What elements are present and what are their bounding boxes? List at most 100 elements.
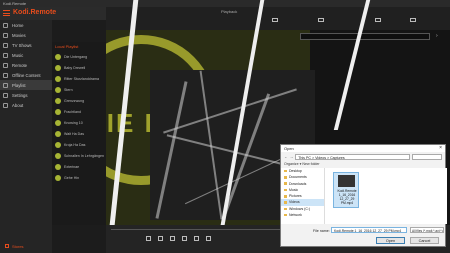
sidebar-item-about[interactable]: About [0, 100, 52, 110]
remote-icon [3, 62, 8, 68]
forward-icon[interactable]: → [290, 155, 294, 159]
app-brand: Kodi.Remote [13, 9, 57, 16]
download-icon [3, 72, 8, 78]
open-button[interactable]: Open [376, 237, 405, 244]
thumbnail-icon [55, 119, 61, 126]
playlist-item-label: Ritter Sturzlanddrama [64, 76, 99, 81]
playlist-item[interactable]: Walt Ha Das [52, 128, 106, 139]
dialog-footer: File name: Kodi.Remote 1_16_2016 12_27_2… [281, 225, 447, 248]
dialog-body: Desktop Documents Downloads Music Pictures Vi… [281, 168, 447, 224]
sidebar-item-label: About [12, 102, 24, 108]
sidebar-item-label: Movies [12, 32, 26, 38]
sidebar-item-label: Offline Content [12, 72, 41, 78]
cancel-button[interactable]: Cancel [410, 237, 439, 244]
next-icon[interactable] [206, 236, 211, 241]
tv-icon [3, 42, 8, 48]
top-toolbar: Playback [106, 7, 450, 30]
thumbnail-icon [55, 152, 61, 159]
playlist-item-label: Kroja Ha Das [64, 142, 86, 147]
sidebar-item-label: Settings [12, 92, 28, 98]
file-name: Kodi.Remote 1_16_2016 12_27_29 PM.mp4 [337, 189, 357, 205]
playlist-item[interactable]: Die Untergang [52, 51, 106, 62]
thumbnail-icon [55, 53, 61, 60]
playlist-item[interactable]: Stern [52, 84, 106, 95]
thumbnail-icon [55, 108, 61, 115]
playlist-item[interactable]: Frachtland [52, 106, 106, 117]
sidebar-item-home[interactable]: Home [0, 20, 52, 30]
music-icon [3, 52, 8, 58]
thumbnail-icon [55, 64, 61, 71]
playlist-item[interactable]: Knowing 10 [52, 117, 106, 128]
thumbnail-icon [55, 174, 61, 181]
sidebar-item-settings[interactable]: Settings [0, 90, 52, 100]
gear-icon [3, 92, 8, 98]
file-item[interactable]: Kodi.Remote 1_16_2016 12_27_29 PM.mp4 [333, 172, 359, 208]
stop-icon[interactable] [5, 244, 9, 248]
thumbnail-icon [55, 97, 61, 104]
playlist-panel: Local Playlist Die Untergang Baby Drewell… [52, 42, 106, 225]
playlist-item-label: Exterinae [64, 164, 80, 169]
previous-icon[interactable] [146, 236, 151, 241]
playlist-item[interactable]: Kroja Ha Das [52, 139, 106, 150]
playlist-item-label: Die Untergang [64, 54, 88, 59]
send-icon[interactable]: › [436, 34, 441, 39]
playlist-item[interactable]: Exterinae [52, 161, 106, 172]
dialog-toolbar[interactable]: Organize ▾ New folder [281, 161, 445, 168]
file-type-select[interactable]: All files (*.mp4;*.avi;*.mkv) [410, 227, 444, 233]
screen-icon[interactable] [272, 18, 278, 22]
playlist-item[interactable]: Schnallen In Lehrgängen [52, 150, 106, 161]
screen-icon[interactable] [410, 18, 416, 22]
thumbnail-icon [55, 163, 61, 170]
playlist-item-label: Gehe Hin [64, 175, 80, 180]
filename-input[interactable]: Kodi.Remote 1_16_2016 12_27_29 PM.mp4 [331, 227, 407, 233]
playlist-title: Local Playlist [55, 44, 79, 49]
playlist-list: Die Untergang Baby Drewell Ritter Sturzlan… [52, 51, 106, 183]
sidebar-item-label: Playlist [12, 82, 26, 88]
screen-icon[interactable] [375, 18, 381, 22]
sidebar-item-label: Remote [12, 62, 28, 68]
nav-pane-item[interactable]: Network [281, 212, 324, 218]
stop-icon[interactable] [182, 236, 187, 241]
playlist-item-label: Knowing 10 [64, 120, 83, 125]
navigation-pane: Desktop Documents Downloads Music Pictures Vi… [281, 168, 325, 224]
sidebar-item-tv-shows[interactable]: TV Shows [0, 40, 52, 50]
playlist-item-label: Frachtland [64, 109, 81, 114]
sidebar-item-remote[interactable]: Remote [0, 60, 52, 70]
hamburger-menu-icon[interactable] [3, 10, 10, 16]
sidebar-item-movies[interactable]: Movies [0, 30, 52, 40]
screen-icon[interactable] [318, 18, 324, 22]
thumbnail-icon [55, 141, 61, 148]
playlist-item-label: Grenzzwung [64, 98, 85, 103]
title-bar: Kodi.Remote [0, 0, 450, 7]
film-icon [3, 32, 8, 38]
open-file-dialog: Open × ← → This PC > Videos > Captures O… [280, 144, 447, 248]
app-window: Kodi.Remote Kodi.Remote Home Movies TV S… [0, 0, 450, 253]
sidebar-item-playlist[interactable]: Playlist [0, 80, 52, 90]
playlist-item-label: Walt Ha Das [64, 131, 85, 136]
playlist-item-label: Stern [64, 87, 73, 92]
play-icon[interactable] [170, 236, 175, 241]
home-icon [3, 22, 8, 28]
sidebar-item-label: TV Shows [12, 42, 32, 48]
playlist-item[interactable]: Ritter Sturzlanddrama [52, 73, 106, 84]
url-input[interactable] [300, 33, 430, 40]
sidebar: Home Movies TV Shows Music Remote Offlin… [0, 20, 52, 253]
forward-icon[interactable] [194, 236, 199, 241]
dialog-title-bar: Open × [281, 145, 445, 152]
thumbnail-icon [55, 130, 61, 137]
topbar-label: Playback [221, 9, 238, 14]
sidebar-item-offline-content[interactable]: Offline Content [0, 70, 52, 80]
playlist-item[interactable]: Grenzzwung [52, 95, 106, 106]
close-icon[interactable]: × [439, 145, 442, 152]
sidebar-item-label: Music [12, 52, 24, 58]
address-input[interactable]: This PC > Videos > Captures [295, 153, 410, 160]
playlist-item[interactable]: Gehe Hin [52, 172, 106, 183]
rewind-icon[interactable] [158, 236, 163, 241]
filename-label: File name: [313, 229, 330, 233]
playlist-icon [3, 82, 8, 88]
search-input[interactable] [412, 153, 442, 160]
sidebar-item-music[interactable]: Music [0, 50, 52, 60]
back-icon[interactable]: ← [284, 155, 288, 159]
playlist-item[interactable]: Baby Drewell [52, 62, 106, 73]
sidebar-footer[interactable]: Stores [12, 244, 24, 249]
